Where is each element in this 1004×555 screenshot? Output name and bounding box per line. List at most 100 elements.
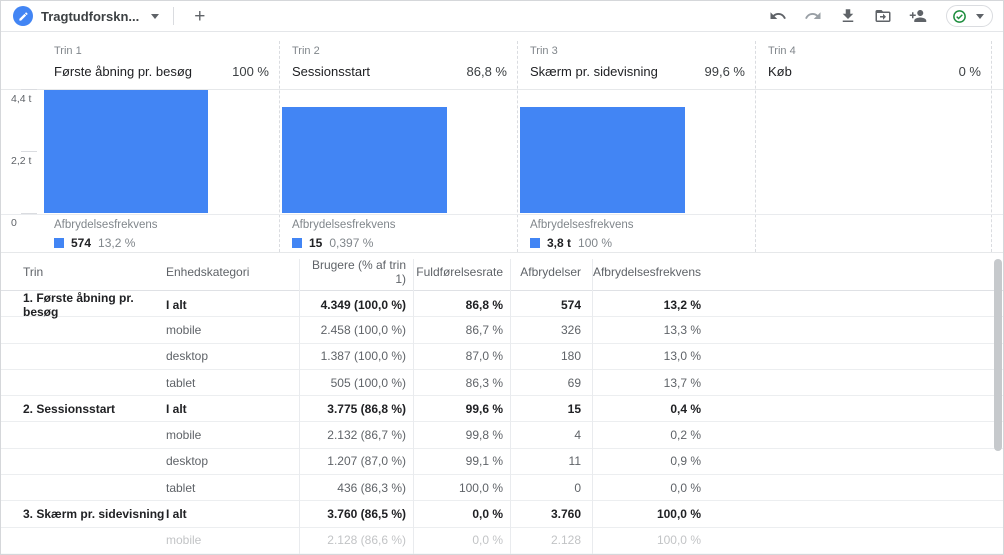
table-column-divider — [299, 259, 300, 554]
step-percent: 86,8 % — [466, 64, 507, 79]
cell-abandonment-rate: 0,9 % — [670, 454, 701, 469]
table-row[interactable]: desktop 1.207 (87,0 %) 99,1 % 11 0,9 % — [1, 449, 1003, 476]
table-row[interactable]: mobile 2.128 (86,6 %) 0,0 % 2.128 100,0 … — [1, 528, 1003, 554]
y-axis-label: 4,4 t — [11, 93, 32, 105]
funnel-bar-step-2[interactable] — [282, 106, 447, 213]
dropoff-label: Afbrydelsesfrekvens — [530, 219, 634, 231]
cell-completion: 99,6 % — [465, 401, 503, 416]
cell-users: 3.775 (86,8 %) — [327, 401, 406, 416]
cell-abandonments: 4 — [574, 428, 581, 443]
funnel-bar-step-3[interactable] — [520, 107, 685, 213]
top-bar: Tragtudforskn... + — [1, 1, 1003, 32]
cell-abandonments: 574 — [560, 298, 581, 312]
cell-device: desktop — [166, 454, 209, 469]
cell-trin: 3. Skærm pr. sidevisning — [23, 507, 165, 522]
cell-completion: 99,8 % — [465, 428, 503, 443]
dropoff-rule — [1, 214, 1003, 215]
table-row[interactable]: 3. Skærm pr. sidevisning I alt 3.760 (86… — [1, 501, 1003, 528]
column-header-users: Brugere (% af trin 1) — [311, 257, 406, 286]
divider — [173, 7, 175, 25]
y-axis-label: 0 — [11, 217, 17, 229]
table-row[interactable]: 1. Første åbning pr. besøg I alt 4.349 (… — [1, 291, 1003, 319]
cell-users: 1.207 (87,0 %) — [327, 454, 406, 469]
funnel-step-header-1[interactable]: Trin 1 Første åbning pr. besøg 100 % — [41, 45, 279, 89]
funnel-step-header-2[interactable]: Trin 2 Sessionsstart 86,8 % — [279, 45, 517, 89]
cell-device: desktop — [166, 349, 209, 364]
export-folder-icon[interactable] — [874, 7, 892, 25]
cell-abandonment-rate: 13,2 % — [663, 298, 701, 312]
dropoff-cell-step-2: Afbrydelsesfrekvens 15 0,397 % — [279, 219, 396, 250]
y-axis-tick — [21, 213, 37, 214]
cell-completion: 86,8 % — [465, 298, 503, 312]
step-label: Trin 3 — [530, 45, 558, 57]
dropoff-percent: 13,2 % — [98, 236, 136, 250]
cell-abandonment-rate: 13,3 % — [663, 322, 701, 337]
cell-device: mobile — [166, 322, 202, 337]
step-label: Trin 2 — [292, 45, 320, 57]
dropoff-value: 15 — [309, 236, 323, 250]
vertical-scrollbar[interactable] — [994, 259, 1002, 451]
cell-users: 436 (86,3 %) — [337, 480, 406, 495]
add-user-icon[interactable] — [909, 7, 927, 25]
add-tab-button[interactable]: + — [186, 5, 213, 28]
cell-abandonment-rate: 0,4 % — [670, 401, 701, 416]
cell-device: I alt — [166, 401, 187, 416]
exploration-tab[interactable]: Tragtudforskn... — [13, 6, 160, 26]
undo-icon[interactable] — [769, 7, 787, 25]
chevron-down-icon — [976, 13, 984, 19]
redo-icon[interactable] — [804, 7, 822, 25]
dropoff-value: 3,8 t — [547, 236, 572, 250]
edit-pencil-icon — [13, 6, 33, 26]
chevron-down-icon[interactable] — [151, 13, 160, 19]
funnel-step-header-3[interactable]: Trin 3 Skærm pr. sidevisning 99,6 % — [517, 45, 755, 89]
dropoff-cell-step-1: Afbrydelsesfrekvens 574 13,2 % — [41, 219, 158, 250]
legend-swatch — [530, 238, 540, 248]
cell-device: tablet — [166, 375, 196, 390]
cell-abandonments: 0 — [574, 480, 581, 495]
cell-users: 2.458 (100,0 %) — [320, 322, 406, 337]
table-row[interactable]: mobile 2.458 (100,0 %) 86,7 % 326 13,3 % — [1, 317, 1003, 344]
status-pill[interactable] — [946, 5, 993, 27]
cell-abandonments: 11 — [568, 454, 581, 469]
legend-swatch — [292, 238, 302, 248]
step-percent: 0 % — [958, 64, 981, 79]
table-row[interactable]: tablet 505 (100,0 %) 86,3 % 69 13,7 % — [1, 370, 1003, 397]
cell-abandonments: 69 — [567, 375, 581, 390]
step-name: Køb — [768, 64, 792, 79]
check-circle-icon — [953, 9, 966, 23]
table-row[interactable]: tablet 436 (86,3 %) 100,0 % 0 0,0 % — [1, 475, 1003, 502]
cell-users: 3.760 (86,5 %) — [327, 507, 406, 522]
cell-device: I alt — [166, 298, 187, 312]
tab-title: Tragtudforskn... — [41, 8, 140, 24]
legend-swatch — [54, 238, 64, 248]
table-row[interactable]: mobile 2.132 (86,7 %) 99,8 % 4 0,2 % — [1, 422, 1003, 449]
step-name: Sessionsstart — [292, 64, 371, 79]
cell-completion: 99,1 % — [465, 454, 503, 469]
table-row[interactable]: desktop 1.387 (100,0 %) 87,0 % 180 13,0 … — [1, 344, 1003, 370]
table-row[interactable]: 2. Sessionsstart I alt 3.775 (86,8 %) 99… — [1, 396, 1003, 423]
cell-device: mobile — [166, 533, 202, 548]
cell-abandonment-rate: 13,7 % — [663, 375, 701, 390]
cell-device: I alt — [166, 507, 187, 522]
column-header-abandonments: Afbrydelser — [520, 264, 581, 279]
step-percent: 100 % — [232, 64, 269, 79]
cell-abandonment-rate: 13,0 % — [663, 349, 701, 364]
cell-trin: 2. Sessionsstart — [23, 401, 116, 416]
column-header-completion: Fuldførelsesrate — [416, 264, 503, 279]
cell-completion: 86,3 % — [465, 375, 503, 390]
funnel-bar-step-1[interactable] — [44, 90, 208, 213]
cell-abandonments: 326 — [560, 322, 581, 337]
cell-trin: 1. Første åbning pr. besøg — [23, 291, 134, 319]
funnel-step-header-4[interactable]: Trin 4 Køb 0 % — [755, 45, 991, 89]
cell-completion: 0,0 % — [472, 507, 503, 522]
step-name: Skærm pr. sidevisning — [530, 64, 658, 79]
cell-abandonments: 3.760 — [550, 507, 581, 522]
dropoff-value: 574 — [71, 236, 92, 250]
download-icon[interactable] — [839, 7, 857, 25]
cell-completion: 100,0 % — [458, 480, 503, 495]
cell-abandonment-rate: 100,0 % — [656, 507, 701, 522]
table-column-divider — [592, 259, 593, 554]
cell-abandonment-rate: 0,2 % — [670, 428, 701, 443]
cell-completion: 86,7 % — [465, 322, 503, 337]
cell-users: 2.132 (86,7 %) — [327, 428, 406, 443]
